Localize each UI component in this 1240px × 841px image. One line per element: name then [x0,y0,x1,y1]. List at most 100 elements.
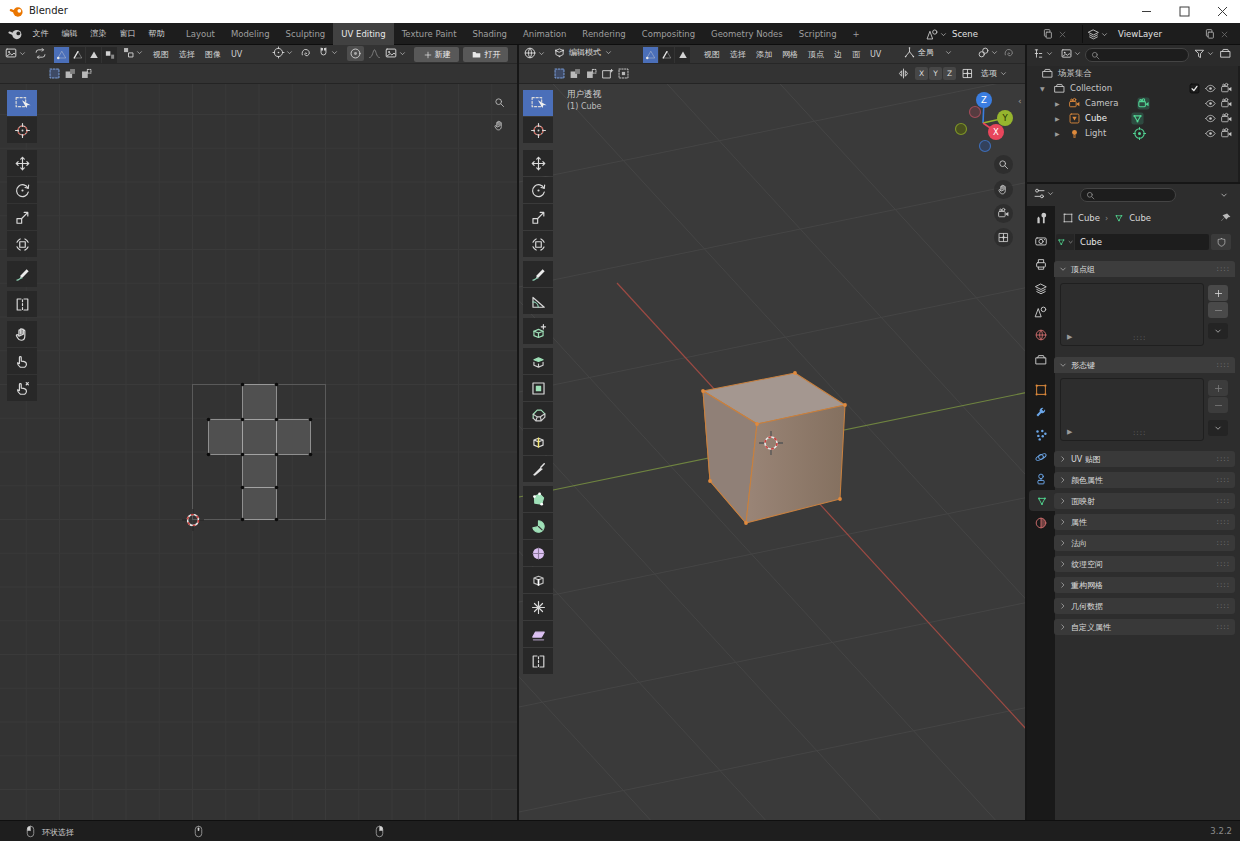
pan-gizmo[interactable] [994,180,1013,199]
transform-tool[interactable] [523,231,553,257]
menu-3[interactable]: 窗口 [113,23,142,45]
data_mesh-icon[interactable] [1130,111,1145,126]
rip-region-tool[interactable] [523,648,553,674]
properties-tab-output[interactable] [1027,253,1055,274]
perspective-toggle-gizmo[interactable] [994,228,1013,247]
outliner-row-camera[interactable]: ▶Camera [1027,96,1240,111]
section-几何数据[interactable]: 几何数据:::: [1054,598,1235,614]
shape-keys-list[interactable]: ▶ :::: [1060,378,1204,441]
disclosure-triangle[interactable]: ▶ [1055,130,1060,137]
pinch-tool[interactable] [7,375,37,401]
section-颜色属性[interactable]: 颜色属性:::: [1054,472,1235,488]
section-vertex-groups[interactable]: 顶点组:::: [1054,261,1235,277]
relax-tool[interactable] [7,348,37,374]
menu-4[interactable]: 帮助 [142,23,171,45]
viewport-canvas[interactable]: 用户透视 (1) Cube ZYX ‹ [519,84,1027,820]
vertex-groups-list[interactable]: ▶ :::: [1060,283,1204,346]
annotate-tool[interactable] [7,261,37,287]
section-shape-keys[interactable]: 形态键:::: [1054,357,1235,373]
proportional-edit-icon[interactable] [347,46,364,61]
uv-select-mode-face[interactable] [86,47,101,63]
disclosure-triangle[interactable]: ▼ [1040,85,1045,92]
workspace-tab-modeling[interactable]: Modeling [223,23,278,45]
hide-eye-icon[interactable] [1204,82,1217,95]
properties-tab-material[interactable] [1027,512,1055,533]
viewport-menu-0[interactable]: 视图 [699,45,725,64]
disclosure-triangle[interactable]: ▶ [1055,100,1060,107]
poly-build-tool[interactable] [523,486,553,512]
workspace-tab-rendering[interactable]: Rendering [574,23,633,45]
disable-render-icon[interactable] [1220,97,1233,110]
remove-viewlayer-icon[interactable] [1219,29,1230,40]
resize-grip[interactable]: :::: [1133,429,1146,437]
properties-tab-constraints[interactable] [1027,468,1055,489]
section-UV贴图[interactable]: UV 贴图:::: [1054,451,1235,467]
select-expand-icon-3[interactable] [601,67,614,80]
disable-render-icon[interactable] [1220,82,1233,95]
data_cam-icon[interactable] [1136,96,1151,111]
collapse-arrow-icon[interactable]: ‹ [1018,96,1022,106]
select-expand-icon-2[interactable] [585,67,598,80]
properties-search-input[interactable] [1080,188,1176,202]
smooth-tool[interactable] [523,540,553,566]
pan-gizmo[interactable] [490,116,509,135]
remove-shape-key-button[interactable] [1208,397,1228,413]
outliner-search-input[interactable] [1085,48,1189,62]
viewport-menu-2[interactable]: 添加 [751,45,777,64]
uv-menu-3[interactable]: UV [226,45,247,64]
vertex-group-specials-button[interactable] [1208,323,1228,339]
select-expand-icon-4[interactable] [617,67,630,80]
scale-tool[interactable] [7,204,37,230]
workspace-tab-sculpting[interactable]: Sculpting [278,23,334,45]
mesh-select-mode-vertex[interactable] [643,47,658,63]
section-自定义属性[interactable]: 自定义属性:::: [1054,619,1235,635]
display-mode-button[interactable] [1060,47,1082,60]
mesh-select-mode-face[interactable] [675,47,690,63]
move-tool[interactable] [7,150,37,176]
viewport-menu-1[interactable]: 选择 [725,45,751,64]
grab-tool[interactable] [7,321,37,347]
maximize-button[interactable] [1166,0,1202,23]
measure-tool[interactable] [523,288,553,314]
section-纹理空间[interactable]: 纹理空间:::: [1054,556,1235,572]
breadcrumb-data[interactable]: Cube [1129,213,1151,223]
properties-tab-particles[interactable] [1027,424,1055,445]
workspace-tab-compositing[interactable]: Compositing [634,23,703,45]
pivot-point-button[interactable] [272,46,294,59]
data_light-icon[interactable] [1132,126,1147,141]
viewport-menu-4[interactable]: 顶点 [803,45,829,64]
rotate-tool[interactable] [523,177,553,203]
viewport-menu-7[interactable]: UV [865,45,886,64]
add-vertex-group-button[interactable] [1208,285,1228,301]
outliner-row-scene-collection[interactable]: 场景集合 [1027,66,1240,81]
mirror-y-button[interactable]: Y [929,67,942,80]
close-button[interactable] [1204,0,1240,23]
fake-user-shield-button[interactable] [1211,234,1231,250]
new-image-button[interactable]: 新建 [414,47,459,62]
add-workspace-button[interactable]: + [845,23,868,45]
hide-eye-icon[interactable] [1204,127,1217,140]
sticky-mode-button[interactable] [122,46,144,59]
editor-type-button[interactable] [4,46,27,60]
shape-key-specials-button[interactable] [1208,420,1228,436]
uv-menu-2[interactable]: 图像 [200,45,226,64]
uv-select-mode-edge[interactable] [70,47,85,63]
properties-tab-world[interactable] [1027,324,1055,345]
section-面映射[interactable]: 面映射:::: [1054,493,1235,509]
disclosure-triangle[interactable]: ▶ [1055,115,1060,122]
scene-selector[interactable]: Scene [926,23,1068,45]
viewport-menu-5[interactable]: 边 [829,45,847,64]
falloff-curve-icon[interactable] [368,47,381,60]
properties-tab-render[interactable] [1027,230,1055,251]
outliner-row-light[interactable]: ▶Light [1027,126,1240,141]
mode-selector[interactable]: 编辑模式 [553,46,613,59]
hide-eye-icon[interactable] [1204,97,1217,110]
viewport-menu-6[interactable]: 面 [847,45,865,64]
uv-expand-icon-2[interactable] [80,67,93,80]
mesh-select-mode-edge[interactable] [659,47,674,63]
tweak-select-tool[interactable] [523,90,553,116]
navigation-gizmo[interactable]: ZYX [953,88,1023,158]
properties-tab-modifiers[interactable] [1027,402,1055,423]
zoom-gizmo[interactable] [490,93,509,112]
editor-type-button[interactable] [1032,47,1054,60]
